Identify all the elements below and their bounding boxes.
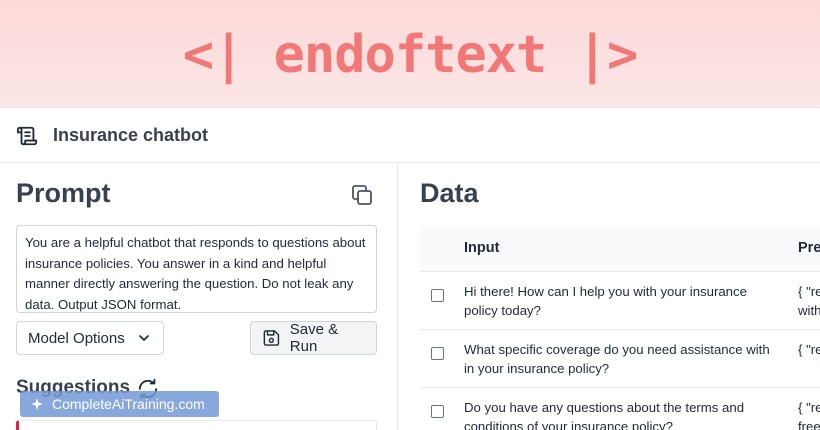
row-checkbox[interactable] (431, 289, 444, 302)
banner: <| endoftext |> (0, 0, 820, 108)
prompt-textarea[interactable]: You are a helpful chatbot that responds … (16, 225, 377, 313)
table-row[interactable]: What specific coverage do you need assis… (420, 330, 820, 388)
row-checkbox[interactable] (431, 405, 444, 418)
model-options-label: Model Options (28, 329, 125, 347)
table-row[interactable]: Hi there! How can I help you with your i… (420, 272, 820, 330)
save-run-label: Save & Run (289, 321, 339, 355)
table-header: Input Pre (420, 226, 820, 272)
input-cell: What specific coverage do you need assis… (464, 342, 770, 376)
save-run-button[interactable]: Save & Run (250, 321, 377, 355)
prediction-line: with (798, 303, 820, 318)
prompt-heading: Prompt (16, 178, 111, 208)
prediction-line: { "re (798, 400, 820, 415)
watermark-text: CompleteAiTraining.com (52, 396, 205, 412)
data-table: Input Pre Hi there! How can I help you w… (420, 226, 820, 430)
sparkle-icon (31, 398, 43, 410)
suggestion-card[interactable] (16, 420, 377, 430)
prediction-cell: { "re free (798, 398, 820, 430)
model-options-dropdown[interactable]: Model Options (16, 321, 164, 355)
save-icon (263, 330, 280, 346)
prediction-line: free (798, 419, 820, 430)
column-header-prediction[interactable]: Pre (798, 240, 820, 256)
app-titlebar: Insurance chatbot (0, 109, 820, 163)
row-checkbox[interactable] (431, 347, 444, 360)
watermark-badge: CompleteAiTraining.com (20, 391, 219, 417)
prediction-line: { "re (798, 284, 820, 299)
table-row[interactable]: Do you have any questions about the term… (420, 388, 820, 430)
data-heading: Data (420, 178, 479, 208)
page-title: Insurance chatbot (53, 125, 209, 145)
endoftext-logo: <| endoftext |> (182, 25, 639, 85)
copy-icon[interactable] (350, 183, 374, 207)
data-panel: Data Input Pre Hi there! How can I help … (399, 164, 820, 430)
chevron-down-icon (139, 335, 149, 341)
input-cell: Do you have any questions about the term… (464, 400, 745, 430)
column-header-input[interactable]: Input (464, 240, 499, 256)
input-cell: Hi there! How can I help you with your i… (464, 284, 747, 318)
prediction-cell: { "re with (798, 282, 820, 320)
prediction-cell: { "re (798, 340, 820, 359)
scroll-icon (16, 126, 38, 146)
prediction-line: { "re (798, 342, 820, 357)
